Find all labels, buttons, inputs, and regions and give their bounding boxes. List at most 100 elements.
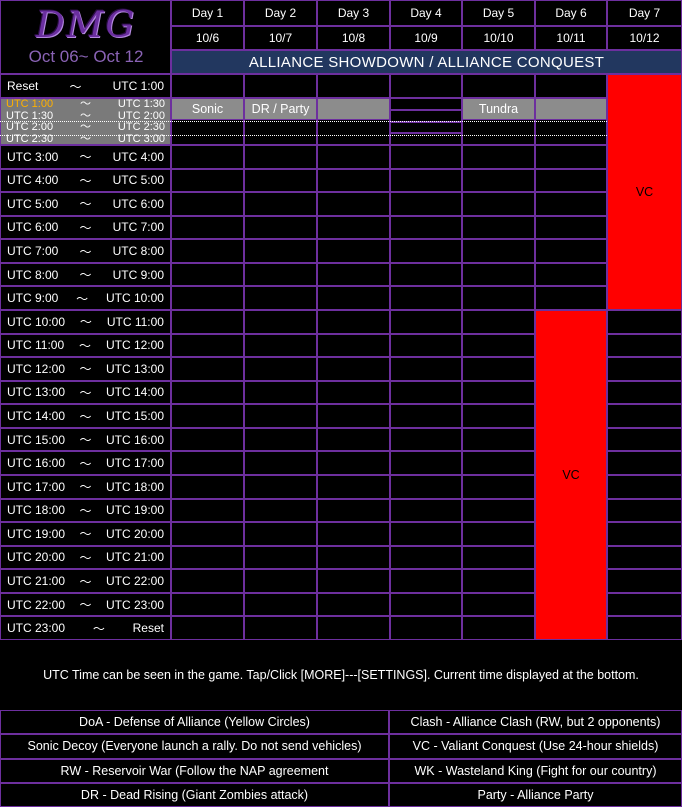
slot-cell (462, 616, 535, 640)
time-row-14: UTC 14:00 〜 UTC 15:00 (0, 404, 171, 428)
slot-cell (462, 451, 535, 475)
slot-cell (607, 475, 682, 499)
legend-item: WK - Wasteland King (Fight for our count… (389, 758, 682, 783)
slot-cell (244, 168, 317, 193)
day-date-3: 10/8 (317, 26, 390, 50)
slot-cell (171, 522, 244, 546)
slot-cell (244, 286, 317, 310)
slot-cell (390, 545, 462, 570)
tilde: 〜 (79, 433, 92, 448)
time-row-8: UTC 8:00 〜 UTC 9:00 (0, 262, 171, 287)
slot-cell (607, 357, 682, 381)
slot-cell (462, 427, 535, 452)
slot-cell (317, 168, 390, 193)
slot-cell (171, 427, 244, 452)
slot-cell (171, 310, 244, 334)
slot-cell (317, 215, 390, 240)
slot-cell (462, 522, 535, 546)
slot-cell (390, 215, 462, 240)
slot-cell (244, 475, 317, 499)
time-row-5-start: UTC 5:00 (7, 196, 59, 211)
slot-cell (462, 262, 535, 287)
time-row-5: UTC 5:00 〜 UTC 6:00 (0, 192, 171, 216)
time-row-10: UTC 10:00 〜 UTC 11:00 (0, 310, 171, 334)
time-row-7-start: UTC 7:00 (7, 244, 59, 259)
time-row-20-end: UTC 21:00 (105, 550, 164, 565)
slot-cell (607, 522, 682, 546)
time-row-23-start: UTC 23:00 (7, 621, 66, 636)
slot-cell (462, 569, 535, 593)
slot-cell (317, 262, 390, 287)
logo-text: DMG (35, 5, 137, 46)
day-date-6: 10/11 (535, 26, 607, 50)
day-header-3: Day 3 (317, 0, 390, 26)
tilde: 〜 (79, 338, 92, 353)
time-row-5-end: UTC 6:00 (112, 196, 164, 211)
time-row-reset-end: UTC 1:00 (112, 79, 164, 93)
slot-cell (390, 168, 462, 193)
slot-cell (535, 145, 607, 169)
legend: DoA - Defense of Alliance (Yellow Circle… (0, 710, 682, 807)
tilde: 〜 (79, 197, 92, 212)
slot-cell (607, 498, 682, 523)
time-row-6-start: UTC 6:00 (7, 220, 59, 235)
slot-cell (171, 498, 244, 523)
event-vc-day6: VC (535, 310, 607, 640)
tilde: 〜 (79, 315, 92, 330)
slot-cell (535, 215, 607, 240)
slot-cell (317, 192, 390, 216)
slot-cell (171, 616, 244, 640)
slot-cell (462, 498, 535, 523)
time-row-19: UTC 19:00 〜 UTC 20:00 (0, 522, 171, 546)
day-header-2: Day 2 (244, 0, 317, 26)
slot-cell (244, 522, 317, 546)
tilde: 〜 (69, 79, 82, 94)
slot-cell (171, 262, 244, 287)
slot-cell (317, 475, 390, 499)
time-row-17-start: UTC 17:00 (7, 479, 66, 494)
time-row-4-end: UTC 5:00 (112, 173, 164, 188)
time-row-8-end: UTC 9:00 (112, 267, 164, 282)
day-date-1: 10/6 (171, 26, 244, 50)
time-row-17: UTC 17:00 〜 UTC 18:00 (0, 475, 171, 499)
event-blank-day3 (317, 98, 390, 120)
day-date-5: 10/10 (462, 26, 535, 50)
slot-cell (390, 427, 462, 452)
slot-cell (462, 239, 535, 263)
slot-cell (244, 357, 317, 381)
slot-cell (317, 451, 390, 475)
slot-cell (607, 451, 682, 475)
tilde: 〜 (79, 220, 92, 235)
slot-cell (607, 380, 682, 405)
slot-cell (535, 74, 607, 98)
day-header-1: Day 1 (171, 0, 244, 26)
tilde: 〜 (79, 456, 92, 471)
slot-cell (607, 333, 682, 358)
slot-cell (171, 145, 244, 169)
time-row-10-start: UTC 10:00 (7, 314, 66, 329)
legend-item: RW - Reservoir War (Follow the NAP agree… (0, 758, 389, 783)
slot-cell (462, 310, 535, 334)
slot-cell (390, 522, 462, 546)
dotted-guide-line (0, 135, 607, 137)
slot-cell (244, 427, 317, 452)
slot-cell (317, 310, 390, 334)
time-row-15-start: UTC 15:00 (7, 432, 66, 447)
time-row-12: UTC 12:00 〜 UTC 13:00 (0, 357, 171, 381)
slot-cell (607, 404, 682, 428)
slot-cell (317, 380, 390, 405)
time-row-15-end: UTC 16:00 (105, 432, 164, 447)
slot-cell (390, 616, 462, 640)
banner-title: ALLIANCE SHOWDOWN / ALLIANCE CONQUEST (171, 50, 682, 74)
tilde: 〜 (79, 574, 92, 589)
tilde: 〜 (76, 291, 89, 306)
time-row-16: UTC 16:00 〜 UTC 17:00 (0, 451, 171, 475)
logo-date-range: Oct 06~ Oct 12 (28, 47, 144, 66)
day-header-5: Day 5 (462, 0, 535, 26)
slot-cell (244, 74, 317, 98)
time-row-7: UTC 7:00 〜 UTC 8:00 (0, 239, 171, 263)
event-vc-day7: VC (607, 74, 682, 310)
legend-item: DoA - Defense of Alliance (Yellow Circle… (0, 710, 389, 735)
slot-cell (390, 333, 462, 358)
tilde: 〜 (79, 503, 92, 518)
